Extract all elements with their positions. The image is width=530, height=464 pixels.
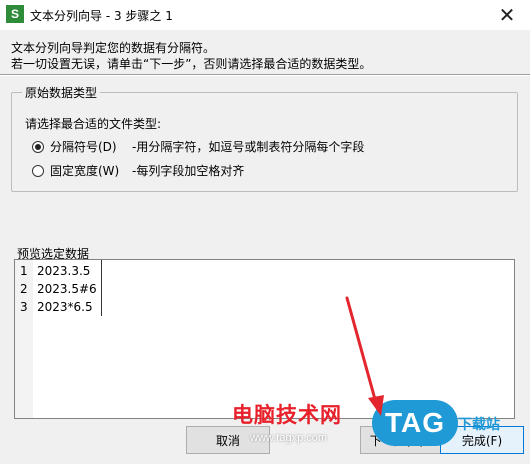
red-arrow-annotation (345, 296, 384, 416)
arrow-head (368, 395, 384, 416)
arrow-shaft (345, 296, 378, 405)
